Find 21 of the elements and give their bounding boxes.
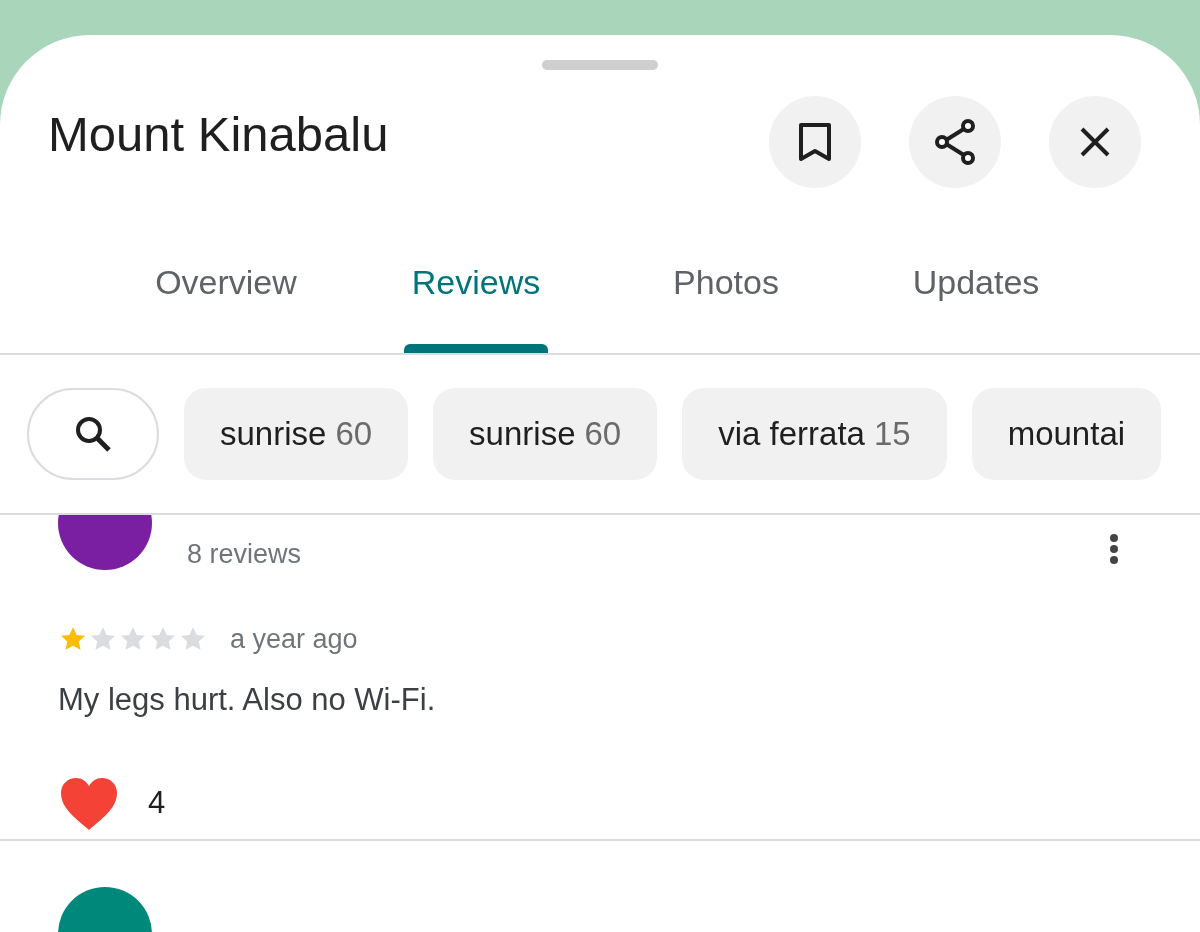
topic-chip[interactable]: via ferrata 15 — [682, 388, 947, 480]
topic-chip[interactable]: sunrise 60 — [433, 388, 658, 480]
review-count: 8 reviews — [187, 538, 302, 571]
tab[interactable]: Updates — [851, 240, 1101, 353]
topic-chip[interactable]: sunrise 60 — [184, 388, 409, 480]
tab[interactable]: Overview — [101, 240, 351, 353]
search-icon — [73, 414, 113, 454]
search-button[interactable] — [27, 388, 159, 480]
close-icon — [1079, 126, 1111, 158]
review-time: a year ago — [230, 622, 358, 656]
bookmark-icon — [798, 122, 832, 162]
heart-icon[interactable] — [58, 775, 120, 832]
reaction-count: 4 — [148, 784, 166, 823]
tab[interactable]: Photos — [601, 240, 851, 353]
share-icon — [933, 118, 977, 166]
topic-chip[interactable]: mountai — [971, 388, 1162, 480]
place-title: Mount Kinabalu — [48, 106, 389, 163]
more-icon[interactable] — [1108, 534, 1120, 564]
review-text: My legs hurt. Also no Wi-Fi. — [58, 681, 437, 719]
drag-handle[interactable] — [542, 60, 658, 70]
tab[interactable]: Reviews — [351, 240, 601, 353]
